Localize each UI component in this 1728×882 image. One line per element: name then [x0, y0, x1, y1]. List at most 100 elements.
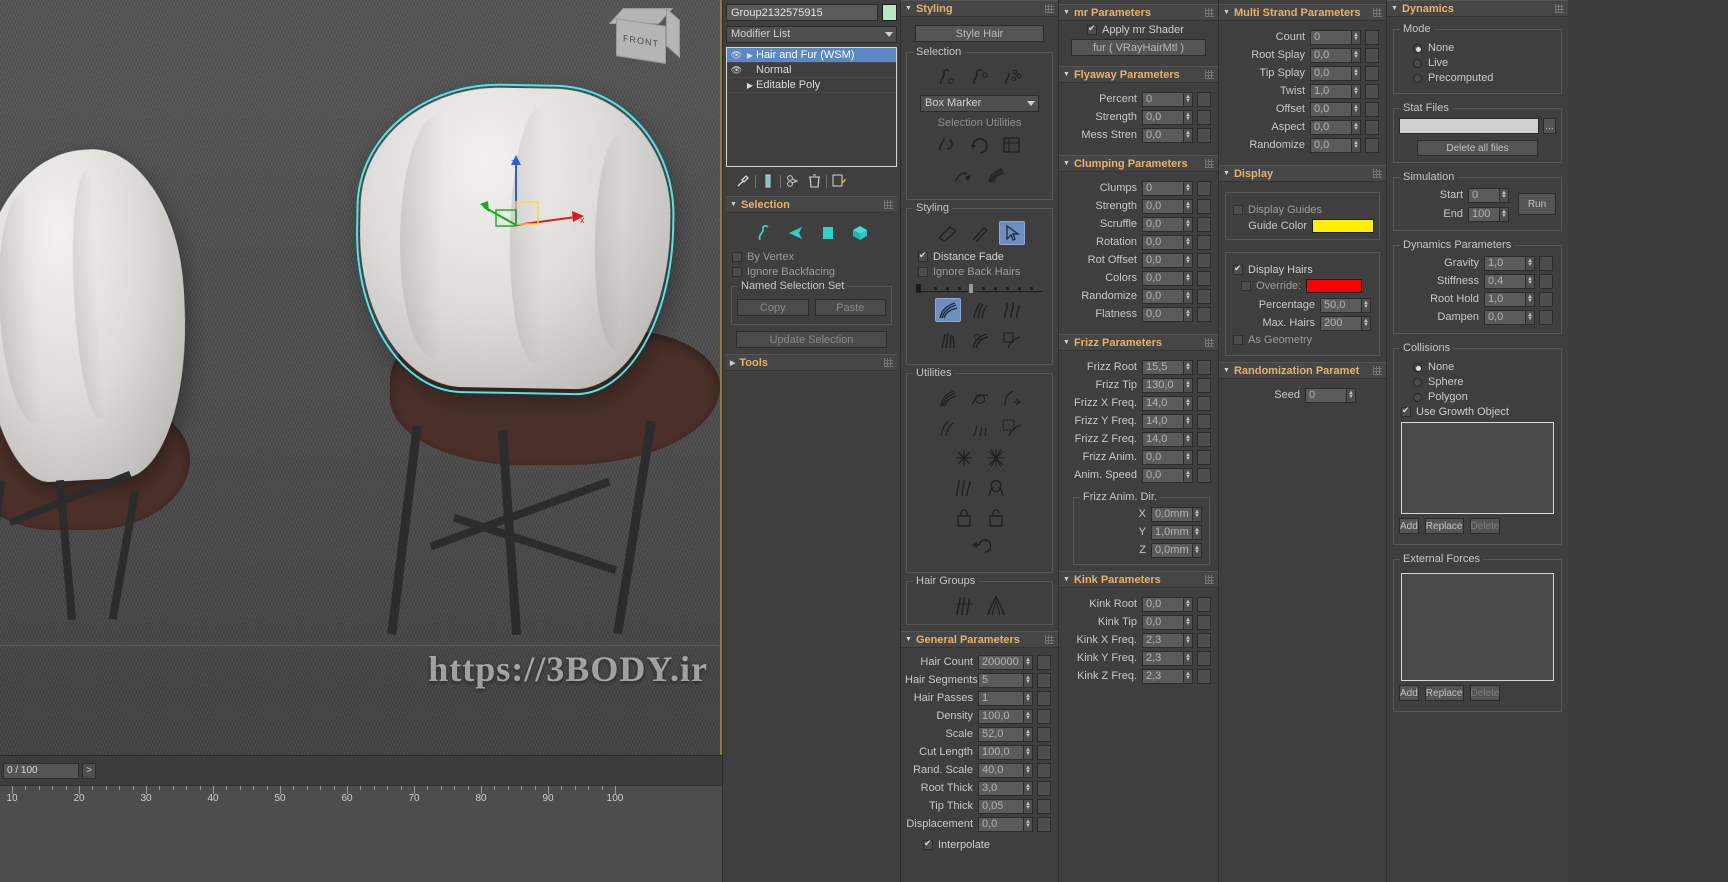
map-button[interactable] [1197, 596, 1211, 612]
hair-rotate-icon[interactable] [967, 328, 993, 352]
map-button[interactable] [1037, 744, 1051, 760]
spinner-icon[interactable]: ▲ ▼ [1352, 119, 1361, 135]
map-button[interactable] [1365, 137, 1379, 153]
map-button[interactable] [1365, 29, 1379, 45]
viewport-canvas[interactable]: FRONT x z https://3BODY.ir [0, 0, 722, 760]
transform-gizmo[interactable]: x z [480, 155, 590, 255]
unlock-icon[interactable] [983, 506, 1009, 530]
parameter-field[interactable]: 14,0 [1142, 395, 1184, 411]
spinner-icon[interactable]: ▲ ▼ [1024, 708, 1033, 724]
as-geometry-checkbox[interactable]: As Geometry [1233, 334, 1374, 346]
lock-icon[interactable] [951, 506, 977, 530]
viewport[interactable]: FRONT x z https://3BODY.ir 0 / 100 > 10 … [0, 0, 722, 882]
spinner-icon[interactable]: ▲ ▼ [1184, 431, 1193, 447]
spinner-icon[interactable]: ▲ ▼ [1024, 780, 1033, 796]
map-button[interactable] [1197, 180, 1211, 196]
expand-triangle-icon[interactable]: ▶ [744, 81, 756, 90]
grip-handle[interactable] [1045, 4, 1054, 13]
spinner-icon[interactable]: ▲ ▼ [1352, 137, 1361, 153]
display-hairs-checkbox[interactable]: Display Hairs [1233, 263, 1374, 276]
spinner-icon[interactable]: ▲ ▼ [1184, 288, 1193, 304]
spinner-icon[interactable]: ▲ ▼ [1184, 668, 1193, 684]
map-button[interactable] [1197, 632, 1211, 648]
general-parameters-header[interactable]: ▼ General Parameters [901, 631, 1058, 648]
parameter-field[interactable]: 200000 [978, 654, 1024, 670]
growth-replace-button[interactable]: Replace [1424, 518, 1464, 534]
spinner-icon[interactable]: ▲ ▼ [1500, 187, 1509, 203]
max-hairs-field[interactable]: 200 [1320, 315, 1362, 331]
spinner-icon[interactable]: ▲ ▼ [1500, 206, 1509, 222]
modifier-stack-item[interactable]: ▶ Editable Poly [727, 78, 896, 93]
grip-handle[interactable] [1205, 8, 1214, 17]
hair-brush-icon[interactable] [935, 221, 961, 245]
grip-handle[interactable] [1373, 8, 1382, 17]
parameter-field[interactable]: 0,0 [1142, 614, 1184, 630]
clumping-parameters-header[interactable]: ▼ Clumping Parameters [1059, 155, 1218, 172]
spinner-icon[interactable]: ▲ ▼ [1184, 413, 1193, 429]
spinner-icon[interactable]: ▲ ▼ [1184, 216, 1193, 232]
spinner-icon[interactable]: ▲ ▼ [1184, 234, 1193, 250]
parameter-field[interactable]: 1,0 [1484, 291, 1526, 307]
display-guides-checkbox[interactable]: Display Guides [1233, 204, 1374, 216]
parameter-field[interactable]: 100,0 [978, 708, 1024, 724]
parameter-field[interactable]: 0,0mm [1151, 542, 1193, 558]
map-button[interactable] [1197, 650, 1211, 666]
parameter-field[interactable]: 0,0 [1310, 101, 1352, 117]
parameter-field[interactable]: 0,0 [1142, 252, 1184, 268]
seed-field[interactable]: 0 [1305, 387, 1347, 403]
map-button[interactable] [1197, 234, 1211, 250]
map-button[interactable] [1197, 413, 1211, 429]
hair-cut-icon[interactable] [967, 221, 993, 245]
spinner-icon[interactable]: ▲ ▼ [1184, 395, 1193, 411]
growth-add-button[interactable]: Add [1399, 518, 1419, 534]
view-cube-front[interactable]: FRONT [616, 18, 666, 64]
randomization-header[interactable]: ▼ Randomization Paramet [1219, 362, 1386, 379]
map-button[interactable] [1197, 449, 1211, 465]
parameter-field[interactable]: 0 [1310, 29, 1352, 45]
spinner-icon[interactable]: ▲ ▼ [1184, 614, 1193, 630]
spinner-icon[interactable]: ▲ ▼ [1193, 506, 1202, 522]
map-button[interactable] [1197, 377, 1211, 393]
radio-option[interactable]: Precomputed [1413, 72, 1556, 84]
parameter-field[interactable]: 52,0 [978, 726, 1024, 742]
grip-handle[interactable] [1373, 169, 1382, 178]
expand-selection-icon[interactable] [999, 133, 1025, 157]
spinner-icon[interactable]: ▲ ▼ [1362, 297, 1371, 313]
interpolate-checkbox[interactable]: Interpolate [923, 838, 1058, 851]
map-button[interactable] [1197, 91, 1211, 107]
parameter-field[interactable]: 0,0 [1142, 288, 1184, 304]
ignore-backfacing-checkbox[interactable]: Ignore Backfacing [732, 266, 897, 278]
apply-mr-shader-checkbox[interactable]: Apply mr Shader [1087, 23, 1218, 36]
hair-translate-icon[interactable] [934, 298, 961, 322]
style-hair-button[interactable]: Style Hair [915, 25, 1044, 42]
spinner-icon[interactable]: ▲ ▼ [1352, 47, 1361, 63]
parameter-field[interactable]: 0,0 [1142, 449, 1184, 465]
map-button[interactable] [1197, 614, 1211, 630]
hair-stand-icon[interactable] [967, 298, 993, 322]
override-checkbox[interactable]: Override: [1241, 280, 1301, 292]
grip-handle[interactable] [1205, 70, 1214, 79]
styling-rollout-header[interactable]: ▼ Styling [901, 0, 1058, 17]
spinner-icon[interactable]: ▲ ▼ [1347, 387, 1356, 403]
configure-sets-icon[interactable] [830, 172, 848, 190]
parameter-field[interactable]: 2,3 [1142, 650, 1184, 666]
parameter-field[interactable]: 0,0 [978, 816, 1024, 832]
map-button[interactable] [1197, 270, 1211, 286]
growth-delete-button[interactable]: Delete [1469, 518, 1501, 534]
spinner-icon[interactable]: ▲ ▼ [1193, 524, 1202, 540]
spinner-icon[interactable]: ▲ ▼ [1024, 744, 1033, 760]
undo-icon[interactable] [967, 536, 993, 560]
map-button[interactable] [1037, 726, 1051, 742]
map-button[interactable] [1197, 395, 1211, 411]
radio-option[interactable]: None [1413, 42, 1556, 54]
parameter-field[interactable]: 0,0 [1142, 198, 1184, 214]
frame-display[interactable]: 0 / 100 [3, 762, 79, 779]
frizz-parameters-header[interactable]: ▼ Frizz Parameters [1059, 334, 1218, 351]
spinner-icon[interactable]: ▲ ▼ [1184, 449, 1193, 465]
map-button[interactable] [1539, 309, 1553, 325]
map-button[interactable] [1197, 252, 1211, 268]
spinner-icon[interactable]: ▲ ▼ [1526, 309, 1535, 325]
frame-next-button[interactable]: > [82, 762, 96, 779]
parameter-field[interactable]: 0,0 [1310, 65, 1352, 81]
map-button[interactable] [1197, 198, 1211, 214]
